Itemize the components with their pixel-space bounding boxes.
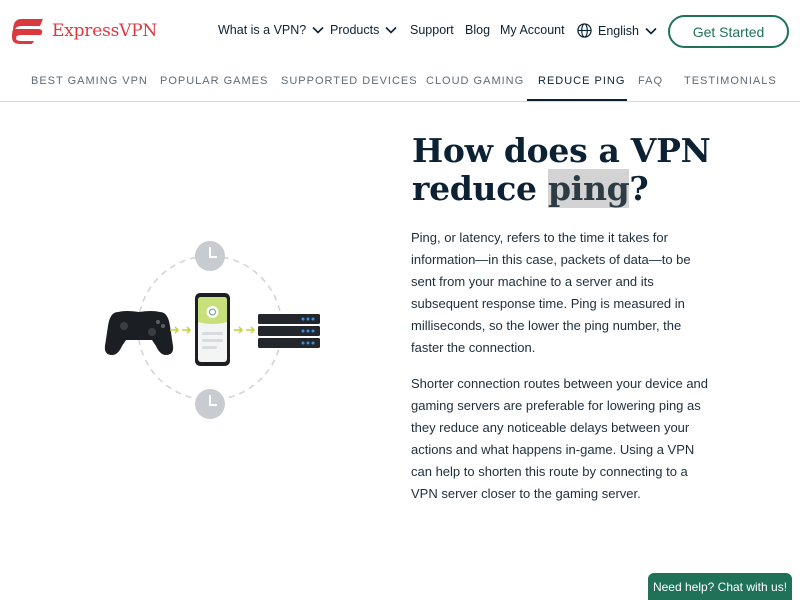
arrow-icon xyxy=(234,326,256,334)
nav-support-label: Support xyxy=(410,23,454,37)
nav-my-account-label: My Account xyxy=(500,23,565,37)
body-paragraph-1: Ping, or latency, refers to the time it … xyxy=(411,230,691,355)
clock-icon xyxy=(195,241,225,271)
tab-best-gaming-vpn[interactable]: BEST GAMING VPN xyxy=(31,75,148,87)
chevron-down-icon xyxy=(312,26,324,34)
get-started-button[interactable]: Get Started xyxy=(668,15,789,48)
nav-blog-label: Blog xyxy=(465,23,491,37)
chevron-down-icon xyxy=(385,26,397,34)
tab-reduce-ping[interactable]: REDUCE PING xyxy=(538,75,625,87)
language-label: English xyxy=(598,23,639,38)
nav-products[interactable]: Products xyxy=(330,23,397,37)
language-selector[interactable]: English xyxy=(577,23,657,38)
brand-name: ExpressVPN xyxy=(52,21,158,41)
nav-what-is-vpn[interactable]: What is a VPN? xyxy=(218,23,324,37)
tab-supported-devices[interactable]: SUPPORTED DEVICES xyxy=(281,75,418,87)
tab-cloud-gaming[interactable]: CLOUD GAMING xyxy=(426,75,524,87)
page-title-after: ? xyxy=(629,169,649,208)
nav-what-is-vpn-label: What is a VPN? xyxy=(218,23,307,37)
body-paragraph-2: Shorter connection routes between your d… xyxy=(411,376,709,501)
nav-blog[interactable]: Blog xyxy=(465,23,490,37)
nav-support[interactable]: Support xyxy=(410,23,454,37)
active-tab-indicator xyxy=(527,99,627,101)
expressvpn-logo-icon xyxy=(12,19,43,44)
section-tabs: BEST GAMING VPN POPULAR GAMES SUPPORTED … xyxy=(0,62,800,102)
tab-testimonials[interactable]: TESTIMONIALS xyxy=(684,75,777,87)
tab-faq[interactable]: FAQ xyxy=(638,75,663,87)
arrow-icon xyxy=(170,326,192,334)
nav-products-label: Products xyxy=(330,23,380,37)
site-header: ExpressVPN What is a VPN? Products Suppo… xyxy=(0,0,800,62)
clock-icon xyxy=(195,389,225,419)
ping-illustration xyxy=(104,241,320,419)
tab-popular-games[interactable]: POPULAR GAMES xyxy=(160,75,268,87)
page-title-highlight: ping xyxy=(547,169,630,208)
gamepad-icon xyxy=(104,311,174,355)
globe-icon xyxy=(577,23,592,38)
server-icon xyxy=(258,314,320,348)
page-title: How does a VPN reduce ping? xyxy=(412,132,772,208)
chevron-down-icon xyxy=(645,27,657,35)
phone-vpn-icon xyxy=(195,293,230,366)
nav-my-account[interactable]: My Account xyxy=(500,23,565,37)
logo[interactable]: ExpressVPN xyxy=(12,17,157,45)
chat-button[interactable]: Need help? Chat with us! xyxy=(648,573,792,600)
